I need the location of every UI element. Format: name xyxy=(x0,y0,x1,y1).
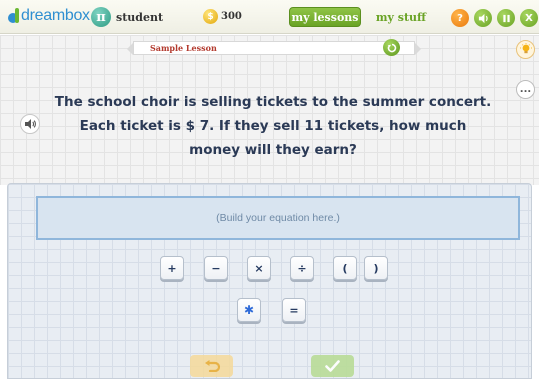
equation-input-area[interactable]: (Build your equation here.) xyxy=(36,196,520,240)
check-icon xyxy=(325,360,340,372)
speaker-icon xyxy=(478,13,488,23)
lightbulb-icon xyxy=(519,43,532,54)
coin-count: 300 xyxy=(221,11,242,22)
sound-toggle-button[interactable] xyxy=(474,9,492,27)
key-equals[interactable]: = xyxy=(282,298,306,322)
key-multiply[interactable]: × xyxy=(247,256,271,280)
help-button[interactable]: ? xyxy=(451,9,469,27)
more-icon: ... xyxy=(519,83,532,95)
question-text: The school choir is selling tickets to t… xyxy=(40,90,506,162)
key-open-paren[interactable]: ( xyxy=(333,256,357,280)
hint-button[interactable] xyxy=(516,40,535,59)
key-minus[interactable]: − xyxy=(204,256,228,280)
close-button[interactable]: X xyxy=(520,9,538,27)
lesson-title: Sample Lesson xyxy=(150,43,217,53)
lesson-progress-icon[interactable] xyxy=(383,39,400,56)
key-divide[interactable]: ÷ xyxy=(290,256,314,280)
student-name: student xyxy=(116,10,164,24)
question-line-3: money will they earn? xyxy=(189,142,357,158)
close-icon: X xyxy=(525,12,533,24)
coin-icon: $ xyxy=(203,9,218,24)
key-close-paren[interactable]: ) xyxy=(364,256,388,280)
dreambox-logo: dreambox xyxy=(8,7,90,25)
coin-counter: $ 300 xyxy=(203,9,242,24)
tab-my-lessons[interactable]: my lessons xyxy=(289,7,361,27)
submit-check-button[interactable] xyxy=(311,355,354,377)
pi-avatar-icon: π xyxy=(91,7,111,27)
undo-icon xyxy=(204,360,220,372)
key-unknown-variable[interactable]: ✱ xyxy=(237,298,261,322)
equation-placeholder: (Build your equation here.) xyxy=(216,212,340,224)
undo-button[interactable] xyxy=(190,355,233,377)
question-line-1: The school choir is selling tickets to t… xyxy=(54,94,492,110)
tab-my-stuff[interactable]: my stuff xyxy=(369,7,433,27)
pause-icon xyxy=(502,14,510,22)
more-options-button[interactable]: ... xyxy=(516,80,535,99)
dreambox-logo-icon xyxy=(8,8,20,24)
help-icon: ? xyxy=(457,12,463,24)
key-plus[interactable]: + xyxy=(160,256,184,280)
student-profile[interactable]: π student xyxy=(91,7,163,27)
logo-text: dreambox xyxy=(21,7,90,24)
read-aloud-button[interactable] xyxy=(20,114,40,134)
speaker-icon xyxy=(25,119,36,129)
question-line-2: Each ticket is $ 7. If they sell 11 tick… xyxy=(79,118,467,134)
top-bar: dreambox π student $ 300 my lessons my s… xyxy=(0,0,539,34)
lesson-ribbon: Sample Lesson xyxy=(127,39,421,56)
pause-button[interactable] xyxy=(497,9,515,27)
